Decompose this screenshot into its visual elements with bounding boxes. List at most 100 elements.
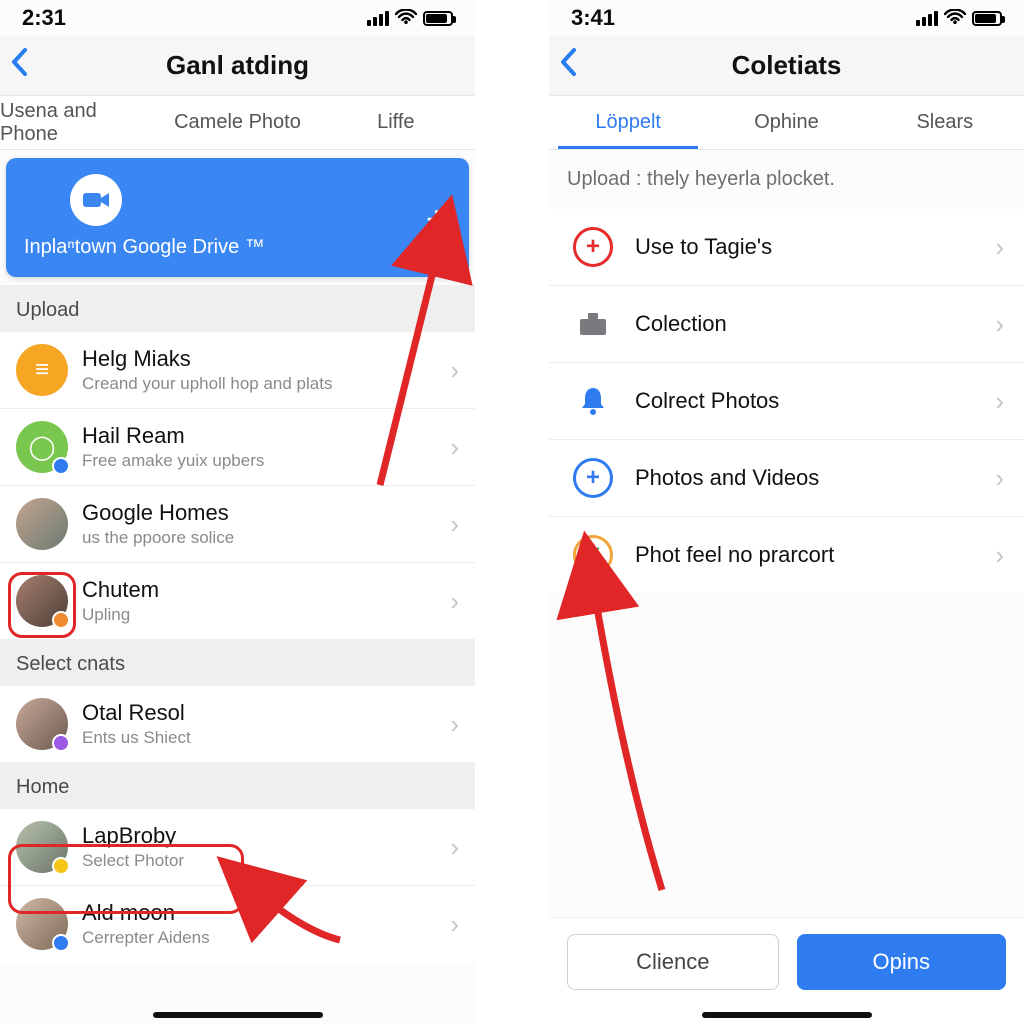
status-icons	[367, 5, 453, 31]
row-subtitle: Select Photor	[82, 851, 450, 871]
bell-icon	[573, 381, 613, 421]
chevron-right-icon: ›	[995, 309, 1004, 340]
section-home-header: Home	[0, 762, 475, 809]
check-icon: ✓	[573, 535, 613, 575]
section-upload-list: ≡ Helg MiaksCreand your upholl hop and p…	[0, 332, 475, 639]
row-title: Use to Tagie's	[635, 234, 995, 260]
back-button[interactable]	[559, 47, 579, 85]
row-title: Ald moon	[82, 900, 450, 926]
banner-plus-icon[interactable]: +	[426, 198, 447, 240]
list-item[interactable]: ◯ Hail ReamFree amake yuix upbers ›	[0, 409, 475, 486]
tabs: Usena and Phone Camele Photo Liffe	[0, 96, 475, 150]
status-badge	[52, 857, 70, 875]
row-title: Helg Miaks	[82, 346, 450, 372]
nav-bar: Coletiats	[549, 36, 1024, 96]
tab-0[interactable]: Usena and Phone	[0, 96, 158, 149]
row-title: Google Homes	[82, 500, 450, 526]
chevron-right-icon: ›	[995, 540, 1004, 571]
tab-2[interactable]: Slears	[866, 96, 1024, 149]
menu-icon: ≡	[16, 344, 68, 396]
list-item[interactable]: ≡ Helg MiaksCreand your upholl hop and p…	[0, 332, 475, 409]
row-subtitle: Upling	[82, 605, 450, 625]
list-item[interactable]: ✓ Phot feel no prarcort ›	[549, 517, 1024, 593]
section-home-list: LapBrobySelect Photor › Ald moonCerrepte…	[0, 809, 475, 962]
hint-text: Upload : thely heyerla plocket.	[549, 150, 1024, 209]
tab-1[interactable]: Camele Photo	[158, 96, 316, 149]
list-item[interactable]: Colection ›	[549, 286, 1024, 363]
status-bar: 3:41	[549, 0, 1024, 36]
chevron-right-icon: ›	[995, 232, 1004, 263]
list-item[interactable]: Colrect Photos ›	[549, 363, 1024, 440]
home-indicator	[702, 1012, 872, 1018]
banner-label: Inplaⁿtown Google Drive ™	[24, 236, 451, 259]
tab-1[interactable]: Ophine	[707, 96, 865, 149]
list-item[interactable]: Google Homesus the ppoore solice ›	[0, 486, 475, 563]
plus-icon: +	[573, 227, 613, 267]
row-title: Phot feel no prarcort	[635, 542, 995, 568]
list-item[interactable]: ChutemUpling ›	[0, 563, 475, 639]
row-title: Colection	[635, 311, 995, 337]
row-subtitle: Cerrepter Aidens	[82, 928, 450, 948]
tabs: Löppelt Ophine Slears	[549, 96, 1024, 150]
bottom-bar: Clience Opins	[549, 917, 1024, 1024]
tab-2[interactable]: Liffe	[317, 96, 475, 149]
wifi-icon	[944, 5, 966, 31]
row-subtitle: Creand your upholl hop and plats	[82, 374, 450, 394]
chevron-right-icon: ›	[450, 832, 459, 863]
section-select-header: Select cnats	[0, 639, 475, 686]
row-title: Hail Ream	[82, 423, 450, 449]
row-title: Photos and Videos	[635, 465, 995, 491]
chevron-right-icon: ›	[450, 909, 459, 940]
camera-icon	[70, 174, 122, 226]
chevron-right-icon: ›	[450, 586, 459, 617]
secondary-button[interactable]: Clience	[567, 934, 779, 990]
page-title: Coletiats	[732, 50, 842, 81]
status-badge	[52, 734, 70, 752]
list-item[interactable]: + Photos and Videos ›	[549, 440, 1024, 517]
wifi-icon	[395, 5, 417, 31]
row-title: LapBroby	[82, 823, 450, 849]
row-title: Colrect Photos	[635, 388, 995, 414]
section-select-list: Otal ResolEnts us Shiect ›	[0, 686, 475, 762]
phone-left: 2:31 Ganl atding Usena and Phone Camele …	[0, 0, 475, 1024]
status-time: 3:41	[571, 5, 615, 31]
chevron-right-icon: ›	[450, 709, 459, 740]
signal-icon	[916, 11, 938, 26]
avatar	[16, 498, 68, 550]
chevron-right-icon: ›	[995, 463, 1004, 494]
list-item[interactable]: + Use to Tagie's ›	[549, 209, 1024, 286]
plus-icon: +	[573, 458, 613, 498]
status-badge	[52, 611, 70, 629]
chevron-right-icon: ›	[450, 355, 459, 386]
chevron-right-icon: ›	[995, 386, 1004, 417]
briefcase-icon	[573, 304, 613, 344]
row-subtitle: Ents us Shiect	[82, 728, 450, 748]
list-item[interactable]: Ald moonCerrepter Aidens ›	[0, 886, 475, 962]
options-list: + Use to Tagie's › Colection › Colrect P…	[549, 209, 1024, 593]
row-subtitle: us the ppoore solice	[82, 528, 450, 548]
status-bar: 2:31	[0, 0, 475, 36]
list-item[interactable]: LapBrobySelect Photor ›	[0, 809, 475, 886]
status-badge	[52, 934, 70, 952]
row-title: Otal Resol	[82, 700, 450, 726]
status-badge	[52, 457, 70, 475]
primary-button[interactable]: Opins	[797, 934, 1007, 990]
row-title: Chutem	[82, 577, 450, 603]
nav-bar: Ganl atding	[0, 36, 475, 96]
row-subtitle: Free amake yuix upbers	[82, 451, 450, 471]
section-upload-header: Upload	[0, 285, 475, 332]
status-icons	[916, 5, 1002, 31]
battery-icon	[972, 11, 1002, 26]
battery-icon	[423, 11, 453, 26]
drive-banner[interactable]: Inplaⁿtown Google Drive ™ +	[6, 158, 469, 277]
back-button[interactable]	[10, 47, 30, 85]
page-title: Ganl atding	[166, 50, 309, 81]
chevron-right-icon: ›	[450, 509, 459, 540]
chevron-right-icon: ›	[450, 432, 459, 463]
signal-icon	[367, 11, 389, 26]
list-item[interactable]: Otal ResolEnts us Shiect ›	[0, 686, 475, 762]
tab-0[interactable]: Löppelt	[549, 96, 707, 149]
status-time: 2:31	[22, 5, 66, 31]
phone-right: 3:41 Coletiats Löppelt Ophine Slears Upl…	[549, 0, 1024, 1024]
home-indicator	[153, 1012, 323, 1018]
